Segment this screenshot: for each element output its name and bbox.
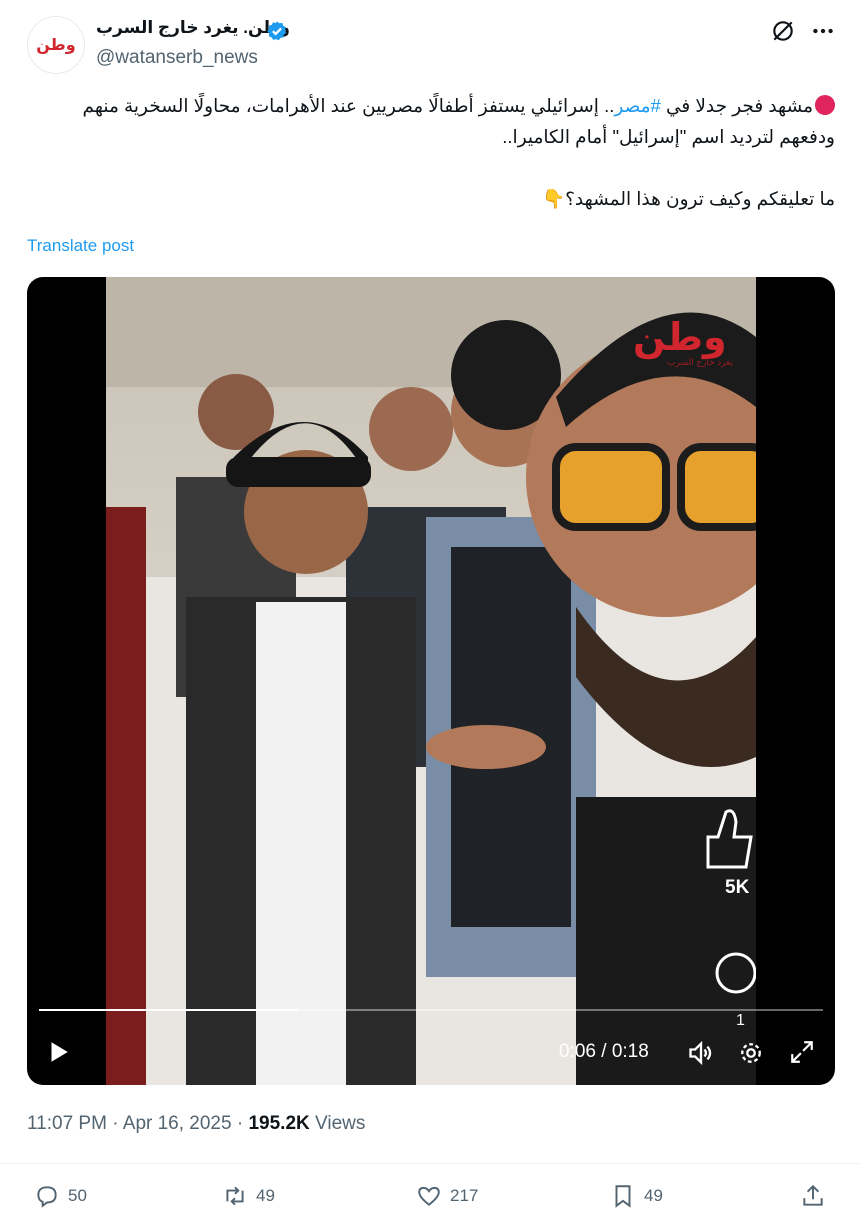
tweet-text: مشهد فجر جدلا في #مصر.. إسرائيلي يستفز أ… <box>27 90 835 214</box>
grok-icon[interactable] <box>770 18 796 44</box>
video-progress-fill <box>39 1009 298 1011</box>
bookmark-icon <box>615 1185 631 1208</box>
pointing-down-emoji: 👇 <box>542 188 566 209</box>
settings-gear-icon[interactable] <box>737 1039 765 1067</box>
play-icon[interactable] <box>45 1039 71 1065</box>
display-name[interactable]: وطن. يغرد خارج السرب <box>96 18 290 38</box>
hashtag-link[interactable]: #مصر <box>614 95 660 116</box>
handle[interactable]: @watanserb_news <box>96 47 258 69</box>
reply-count: 50 <box>68 1186 87 1205</box>
tweet-line1-pre: مشهد فجر جدلا في <box>660 95 813 116</box>
more-options-icon[interactable] <box>810 18 836 44</box>
like-button[interactable]: 217 <box>416 1183 478 1209</box>
repost-count: 49 <box>256 1186 275 1205</box>
volume-icon[interactable] <box>687 1039 715 1067</box>
tweet-line2: ما تعليقكم وكيف ترون هذا المشهد؟ <box>565 188 835 209</box>
avatar[interactable]: وطن <box>27 16 85 74</box>
overlay-comments-count: 1 <box>736 1012 745 1029</box>
watermark-logo: وطن <box>633 317 727 359</box>
reply-button[interactable]: 50 <box>34 1183 87 1209</box>
views-label: Views <box>315 1113 366 1134</box>
divider <box>0 1163 860 1164</box>
fullscreen-icon[interactable] <box>789 1039 815 1065</box>
reply-icon <box>37 1186 57 1208</box>
share-icon <box>803 1184 823 1206</box>
share-button[interactable] <box>800 1183 834 1209</box>
separator-dot: · <box>112 1113 123 1134</box>
watermark-subtitle: يغرد خارج السرب <box>667 357 733 367</box>
repost-icon <box>226 1186 244 1206</box>
verified-badge-icon <box>267 21 287 41</box>
repost-button[interactable]: 49 <box>222 1183 275 1209</box>
translate-post-link[interactable]: Translate post <box>27 236 134 256</box>
separator-dot: · <box>236 1113 249 1134</box>
heart-icon <box>418 1186 440 1206</box>
tweet-time[interactable]: 11:07 PM <box>27 1113 107 1134</box>
tweet-meta: 11:07 PM · Apr 16, 2025 · 195.2K Views <box>27 1113 365 1135</box>
video-time: 0:06 / 0:18 <box>559 1041 649 1062</box>
tweet-header: وطن وطن. يغرد خارج السرب @watanserb_news <box>0 0 860 80</box>
tweet-date[interactable]: Apr 16, 2025 <box>123 1113 232 1134</box>
video-player[interactable]: وطن يغرد خارج السرب 5K 1 0:06 / 0:18 <box>27 277 835 1085</box>
video-frame <box>106 277 756 1085</box>
overlay-likes-count: 5K <box>725 877 750 898</box>
video-progress-bar[interactable] <box>39 1009 823 1011</box>
red-circle-emoji <box>815 95 835 115</box>
action-bar: 50 49 217 49 <box>0 1183 860 1215</box>
bookmark-count: 49 <box>644 1186 663 1205</box>
like-count: 217 <box>450 1186 479 1205</box>
bookmark-button[interactable]: 49 <box>610 1183 663 1209</box>
views-count: 195.2K <box>248 1113 310 1134</box>
